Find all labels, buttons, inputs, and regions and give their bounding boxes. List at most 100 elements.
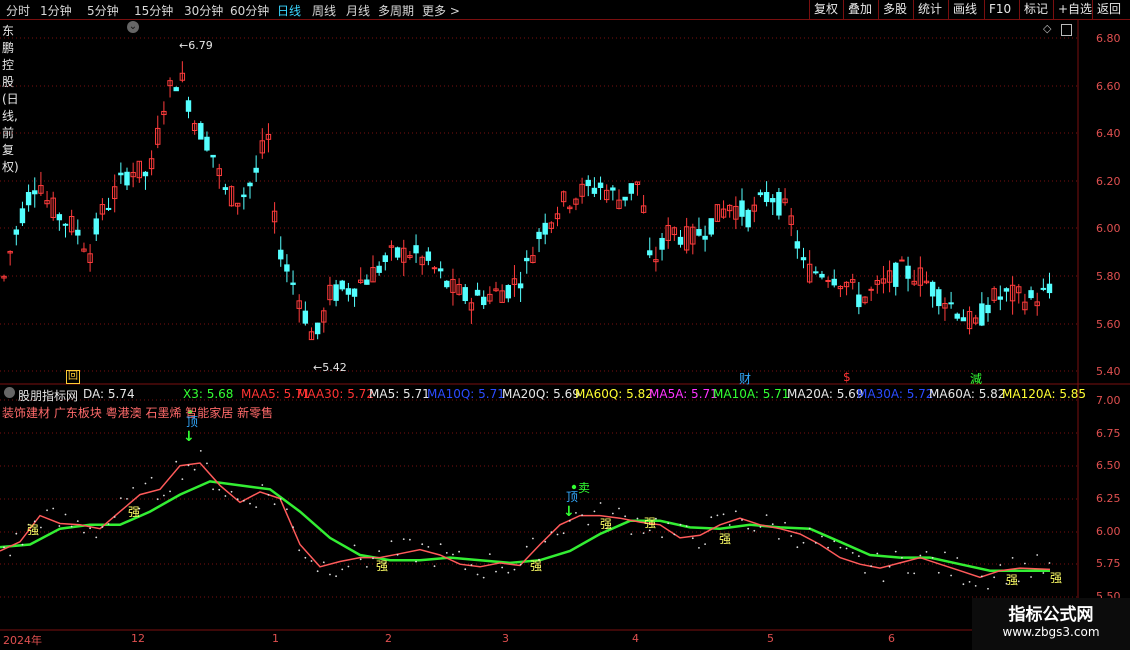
indicator-name[interactable]: 股朋指标网 <box>18 387 78 404</box>
indicator-dot <box>907 572 909 574</box>
candle-body <box>364 279 370 285</box>
candle-body <box>25 192 32 206</box>
indicator-line-green <box>0 480 1050 572</box>
indicator-dot <box>365 566 368 568</box>
indicator-dot <box>495 570 497 573</box>
time-tick: 3 <box>502 632 509 645</box>
candle-body <box>770 198 776 203</box>
indicator-dot <box>329 573 331 576</box>
candle-body <box>831 278 837 286</box>
indicator-dot <box>864 572 866 574</box>
indicator-dot <box>470 564 473 566</box>
indicator-dot <box>1017 580 1020 583</box>
y-tick-main: 6.60 <box>1096 80 1121 93</box>
indicator-dot <box>796 546 799 549</box>
indicator-dot <box>427 546 430 548</box>
event-marker-finance[interactable]: 财 <box>739 370 751 387</box>
indicator-dot <box>974 585 977 587</box>
indicator-dot <box>58 525 61 527</box>
candle-body <box>899 259 905 262</box>
indicator-dot <box>83 531 85 534</box>
indicator-values-bar: 股朋指标网 DA: 5.74 X3: 5.68 MAA5: 5.71 MAA30… <box>0 386 1086 404</box>
candle-body <box>425 251 432 261</box>
indicator-dot <box>476 573 479 576</box>
indicator-dot <box>156 498 159 501</box>
indicator-dot <box>722 513 725 516</box>
indicator-dot <box>482 576 485 579</box>
candle-body <box>62 223 69 226</box>
strong-label: 强 <box>600 517 613 531</box>
candle-body <box>314 322 321 335</box>
indicator-dot <box>667 522 670 525</box>
indicator-value-da: DA: 5.74 <box>83 387 135 401</box>
indicator-dot <box>1042 572 1045 574</box>
candle-body <box>856 294 862 308</box>
y-tick-indicator: 5.75 <box>1096 557 1121 570</box>
watermark-url: www.zbgs3.com <box>1002 625 1100 639</box>
indicator-dot <box>778 538 780 540</box>
indicator-value-ma10q: MA10Q: 5.71 <box>427 387 505 401</box>
candle-body <box>905 265 911 279</box>
indicator-dot <box>40 526 42 529</box>
indicator-value-ma60a: MA60A: 5.82 <box>929 387 1006 401</box>
y-tick-main: 6.80 <box>1096 32 1121 45</box>
candle-body <box>597 182 604 188</box>
event-marker-dividend[interactable]: $ <box>843 370 851 384</box>
candle-body <box>794 241 801 249</box>
event-marker-reduce[interactable]: 減 <box>970 370 982 387</box>
indicator-dot <box>814 542 817 544</box>
indicator-dot <box>562 532 565 535</box>
candle-body <box>659 237 665 250</box>
indicator-dot <box>507 571 510 574</box>
signal-top-label: 顶 <box>186 415 199 429</box>
candle-body <box>351 288 358 297</box>
candle-body <box>19 208 26 224</box>
indicator-dot <box>759 526 762 528</box>
indicator-dot <box>685 525 688 527</box>
indicator-dot <box>316 570 319 573</box>
indicator-value-maa30: MAA30: 5.72 <box>297 387 374 401</box>
candle-body <box>936 289 942 307</box>
candle-body <box>204 136 210 151</box>
indicator-dot <box>101 526 104 528</box>
indicator-dot <box>347 565 350 568</box>
indicator-dot <box>144 482 147 485</box>
indicator-dot <box>212 488 215 491</box>
candle-body <box>278 249 284 260</box>
down-arrow-icon: ↓ <box>563 504 575 520</box>
y-tick-indicator: 6.00 <box>1096 525 1121 538</box>
indicator-dot <box>501 566 504 569</box>
indicator-dot <box>126 498 128 500</box>
y-tick-main: 6.00 <box>1096 222 1121 235</box>
indicator-value-ma5: MA5: 5.71 <box>369 387 430 401</box>
candle-body <box>56 214 63 221</box>
indicator-value-ma30a: MA30A: 5.72 <box>857 387 934 401</box>
event-marker-review[interactable]: 回 <box>66 370 80 384</box>
indicator-dot <box>950 574 952 577</box>
indicator-dot <box>728 524 731 526</box>
candle-body <box>32 190 38 195</box>
y-tick-main: 5.60 <box>1096 318 1121 331</box>
strong-label: 强 <box>128 505 141 519</box>
candle-body <box>542 222 548 235</box>
indicator-dot <box>525 545 528 548</box>
indicator-dot <box>298 549 301 552</box>
candle-body <box>382 255 389 262</box>
y-tick-main: 5.80 <box>1096 270 1121 283</box>
time-tick: 1 <box>272 632 279 645</box>
indicator-dropdown-icon[interactable] <box>4 387 15 398</box>
indicator-dot <box>876 552 879 555</box>
indicator-dot <box>353 544 356 547</box>
candle-body <box>142 171 149 177</box>
candle-body <box>628 183 634 194</box>
indicator-dot <box>839 546 842 549</box>
indicator-dot <box>784 521 786 524</box>
indicator-value-ma5a: MA5A: 5.71 <box>649 387 718 401</box>
indicator-dot <box>913 572 916 575</box>
indicator-line-red <box>0 462 1051 579</box>
candle-body <box>247 182 253 187</box>
candle-body <box>1003 288 1010 292</box>
indicator-dot <box>833 540 836 543</box>
indicator-dot <box>753 529 756 532</box>
time-tick: 5 <box>767 632 774 645</box>
